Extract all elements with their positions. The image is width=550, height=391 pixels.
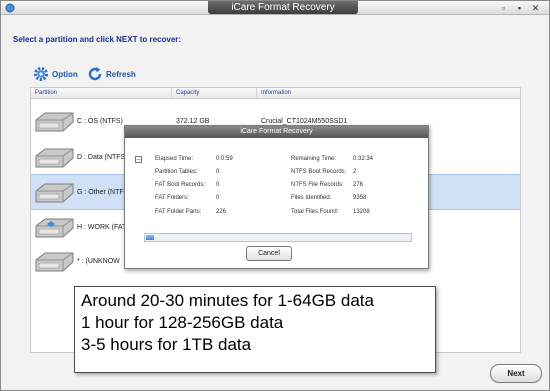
minimize-button[interactable]: ▫ (498, 3, 509, 13)
hard-drive-icon (35, 183, 74, 203)
column-header-partition[interactable]: Partition (31, 88, 172, 99)
partition-name: D : Data (NTFS (77, 154, 126, 161)
refresh-button[interactable]: Refresh (87, 66, 136, 82)
column-header-information[interactable]: Information (257, 88, 520, 99)
partition-name: G : Other (NTF (77, 189, 124, 196)
fat-boot-records-value: 0 (216, 182, 220, 188)
fat-boot-records-label: FAT Boot Records: (155, 182, 206, 188)
usb-drive-icon (35, 218, 74, 238)
partition-tables-label: Partition Tables: (155, 169, 198, 175)
ntfs-file-records-label: NTFS File Records: (291, 182, 344, 188)
recovery-time-note: Around 20-30 minutes for 1-64GB data 1 h… (74, 286, 436, 373)
collapse-icon[interactable]: – (135, 156, 142, 163)
files-identified-value: 9358 (353, 195, 367, 201)
hard-drive-icon (35, 112, 74, 132)
partition-capacity: 372.12 GB (176, 118, 210, 125)
elapsed-time-value: 0:0:59 (216, 156, 233, 162)
close-button[interactable]: ✕ (530, 3, 541, 13)
partition-tables-value: 0 (216, 169, 220, 175)
app-window: iCare Format Recovery ▫ ▪ ✕ Select a par… (0, 0, 550, 391)
note-line: 3-5 hours for 1TB data (81, 335, 252, 354)
fat-folder-parts-label: FAT Folder Parts: (155, 209, 202, 215)
partition-name: H : WORK (FAT (77, 224, 127, 231)
option-button[interactable]: Option (33, 66, 78, 82)
fat-folder-parts-value: 226 (216, 209, 227, 215)
note-line: Around 20-30 minutes for 1-64GB data (81, 291, 374, 310)
total-files-found-value: 13208 (353, 209, 370, 215)
dialog-title: iCare Format Recovery (125, 126, 428, 138)
remaining-time-value: 0:32:34 (353, 156, 374, 162)
column-header-capacity[interactable]: Capacity (172, 88, 257, 99)
title-bar: iCare Format Recovery ▫ ▪ ✕ (1, 1, 549, 15)
window-title: iCare Format Recovery (208, 1, 358, 14)
fat-folders-value: 0 (216, 195, 220, 201)
scan-progress-dialog: iCare Format Recovery – Elapsed Time: 0:… (124, 125, 429, 269)
instructions-text: Select a partition and click NEXT to rec… (13, 35, 182, 44)
hard-drive-icon (35, 148, 74, 168)
option-label: Option (52, 69, 78, 79)
cancel-button[interactable]: Cancel (246, 246, 292, 261)
refresh-icon (88, 67, 102, 81)
elapsed-time-label: Elapsed Time: (155, 156, 194, 162)
files-identified-label: Files Identified: (291, 195, 332, 201)
partition-name: C : OS (NTFS) (77, 118, 123, 125)
app-logo-icon (5, 3, 15, 13)
ntfs-file-records-value: 276 (353, 182, 364, 188)
scan-progress-bar (144, 233, 412, 242)
partition-information: Crucial_CT1024M550SSD1 (261, 118, 348, 125)
ntfs-boot-records-label: NTFS Boot Records: (291, 169, 347, 175)
note-line: 1 hour for 128-256GB data (81, 313, 284, 332)
hard-drive-icon (35, 252, 74, 272)
ntfs-boot-records-value: 2 (353, 169, 357, 175)
table-header: Partition Capacity Information (31, 88, 520, 99)
fat-folders-label: FAT Folders: (155, 195, 189, 201)
next-button[interactable]: Next (490, 364, 542, 383)
total-files-found-label: Total Files Found: (291, 209, 339, 215)
gear-icon (34, 67, 48, 81)
scan-progress-fill (146, 235, 154, 240)
refresh-label: Refresh (106, 69, 136, 79)
remaining-time-label: Remaining Time: (291, 156, 337, 162)
partition-name: * : (UNKNOW (77, 258, 120, 265)
restore-button[interactable]: ▪ (514, 3, 525, 13)
